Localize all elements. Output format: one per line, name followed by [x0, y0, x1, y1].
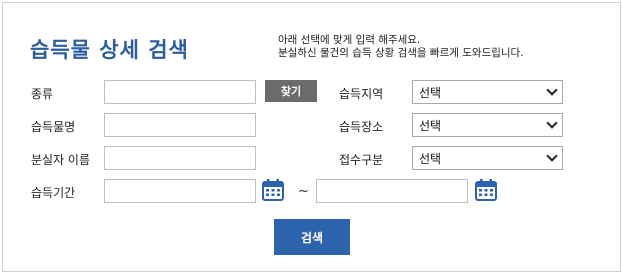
description-line-2: 분실하신 물건의 습득 상황 검색을 빠르게 도와드립니다. — [278, 47, 524, 59]
calendar-icon[interactable] — [261, 178, 285, 202]
item-name-input[interactable] — [104, 113, 256, 137]
place-select[interactable]: 선택 — [412, 113, 563, 137]
period-separator: ~ — [298, 184, 309, 199]
page-description: 아래 선택에 맞게 입력 해주세요. 분실하신 물건의 습득 상황 검색을 빠르… — [278, 34, 524, 60]
chevron-down-icon — [546, 150, 558, 162]
loser-name-label: 분실자 이름 — [31, 153, 91, 167]
region-select[interactable]: 선택 — [412, 80, 563, 104]
description-line-1: 아래 선택에 맞게 입력 해주세요. — [278, 34, 421, 46]
calendar-icon[interactable] — [474, 178, 498, 202]
region-label: 습득지역 — [339, 87, 384, 101]
place-label: 습득장소 — [339, 120, 384, 134]
item-name-label: 습득물명 — [31, 120, 76, 134]
find-button[interactable]: 찾기 — [265, 80, 317, 102]
search-button[interactable]: 검색 — [274, 219, 350, 255]
type-label: 종류 — [31, 87, 54, 101]
region-select-value: 선택 — [419, 85, 442, 100]
chevron-down-icon — [546, 117, 558, 129]
category-select-value: 선택 — [419, 151, 442, 166]
loser-name-input[interactable] — [104, 146, 256, 170]
category-label: 접수구분 — [339, 153, 384, 167]
period-from-input[interactable] — [104, 179, 256, 203]
chevron-down-icon — [546, 84, 558, 96]
period-to-input[interactable] — [316, 179, 468, 203]
category-select[interactable]: 선택 — [412, 146, 563, 170]
type-input[interactable] — [104, 80, 256, 104]
period-label: 습득기간 — [31, 186, 76, 200]
page-title: 습득물 상세 검색 — [30, 38, 189, 62]
place-select-value: 선택 — [419, 118, 442, 133]
